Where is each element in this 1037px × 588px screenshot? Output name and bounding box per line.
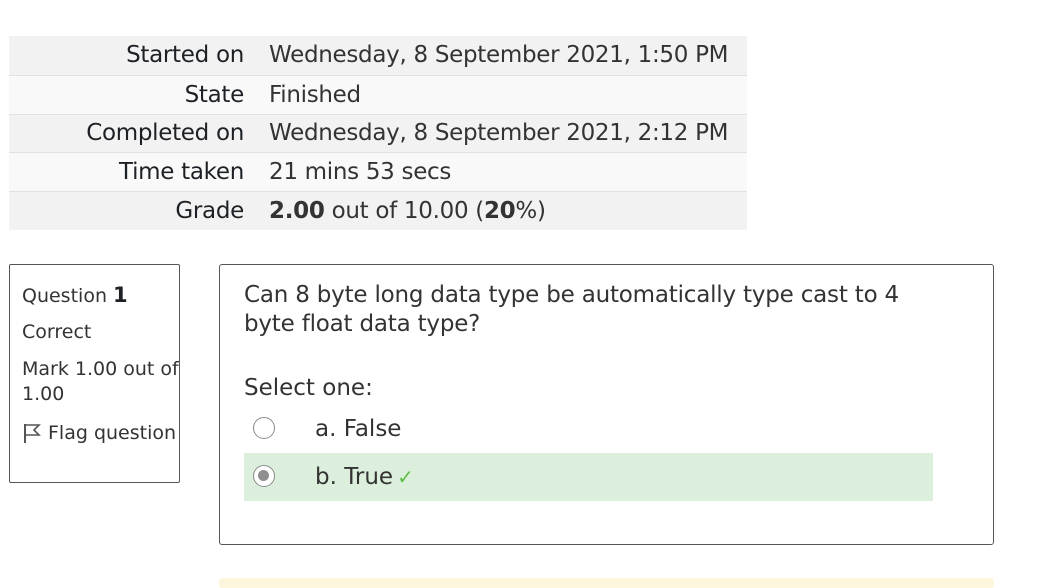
- question-number-label: Question: [22, 285, 107, 307]
- summary-value: 2.00 out of 10.00 (20%): [244, 198, 546, 224]
- summary-label: Started on: [126, 42, 244, 69]
- feedback-box: [219, 578, 994, 588]
- radio-button-a[interactable]: [253, 417, 275, 439]
- select-one-prompt: Select one:: [244, 375, 373, 401]
- grade-percent: 20: [483, 198, 516, 225]
- question-content-panel: Can 8 byte long data type be automatical…: [219, 264, 994, 545]
- summary-value: Finished: [269, 81, 361, 108]
- grade-out-of: out of 10.00 (: [324, 198, 485, 225]
- summary-value: Wednesday, 8 September 2021, 2:12 PM: [269, 120, 729, 147]
- summary-value: Wednesday, 8 September 2021, 1:50 PM: [269, 42, 729, 69]
- answer-option-b[interactable]: b. True ✓: [244, 453, 933, 501]
- summary-row-time-taken: Time taken 21 mins 53 secs: [9, 152, 747, 192]
- summary-label: Time taken: [119, 159, 244, 186]
- summary-label: State: [184, 81, 245, 108]
- flag-icon[interactable]: [22, 422, 42, 444]
- question-grade: Mark 1.00 out of 1.00: [22, 358, 179, 405]
- answer-label-a[interactable]: a. False: [315, 416, 401, 442]
- summary-row-started: Started on Wednesday, 8 September 2021, …: [9, 36, 747, 75]
- flag-question-label[interactable]: Flag question: [48, 421, 176, 446]
- summary-row-grade: Grade 2.00 out of 10.00 (20%): [9, 191, 747, 230]
- radio-button-b[interactable]: [253, 465, 275, 487]
- grade-score: 2.00: [269, 198, 325, 225]
- question-number: Question 1: [22, 283, 179, 307]
- answer-option-a[interactable]: a. False: [244, 405, 933, 453]
- summary-row-state: State Finished: [9, 74, 747, 114]
- quiz-summary-table: Started on Wednesday, 8 September 2021, …: [9, 36, 747, 230]
- answer-label-b[interactable]: b. True: [315, 464, 393, 490]
- question-info-panel: Question 1 Correct Mark 1.00 out of 1.00…: [9, 264, 180, 483]
- question-state: Correct: [22, 321, 92, 343]
- correct-check-icon: ✓: [397, 465, 414, 489]
- flag-question-link[interactable]: Flag question: [22, 421, 179, 446]
- summary-label: Grade: [175, 198, 244, 225]
- grade-percent-suffix: %): [515, 198, 546, 225]
- summary-row-completed: Completed on Wednesday, 8 September 2021…: [9, 113, 747, 153]
- summary-value: 21 mins 53 secs: [269, 159, 452, 186]
- answer-label-b-wrap[interactable]: b. True ✓: [315, 464, 414, 490]
- question-number-value: 1: [113, 283, 128, 307]
- summary-label: Completed on: [86, 120, 244, 147]
- question-text: Can 8 byte long data type be automatical…: [244, 282, 899, 337]
